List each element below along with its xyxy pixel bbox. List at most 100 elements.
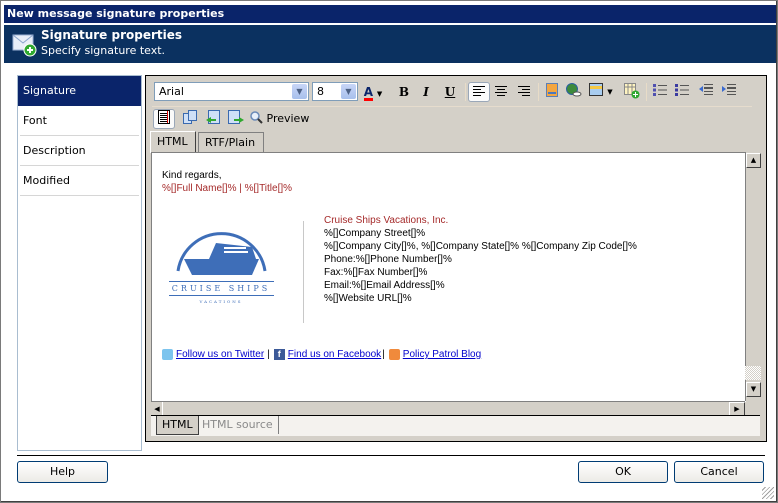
font-family-select[interactable]: Arial ▼ (154, 82, 309, 101)
address-line: Phone:%[]Phone Number[]% (324, 254, 452, 265)
signature-content-area[interactable]: Kind regards, %[]Full Name[]% | %[]Title… (151, 152, 746, 402)
dialog-window: New message signature properties Signatu… (0, 0, 778, 503)
window-title: New message signature properties (4, 5, 776, 23)
preview-label: Preview (266, 112, 310, 125)
chevron-down-icon: ▼ (292, 84, 307, 99)
decrease-indent-button[interactable] (696, 83, 716, 101)
scroll-left-button[interactable]: ◀ (152, 402, 163, 416)
export-icon (228, 110, 244, 124)
bold-button[interactable]: B (394, 83, 414, 101)
social-links: Follow us on Twitter | f Find us on Face… (162, 349, 481, 360)
horizontal-scrollbar[interactable]: ◀ ▶ (151, 401, 745, 416)
link-separator: | (267, 349, 270, 360)
align-right-icon (518, 86, 530, 96)
signature-divider (303, 221, 304, 323)
bulleted-list-button[interactable] (672, 83, 692, 101)
hyperlink-icon (566, 83, 582, 97)
scroll-right-button[interactable]: ▶ (729, 402, 745, 416)
address-line: %[]Company Street[]% (324, 228, 426, 239)
magnifier-icon (250, 111, 263, 124)
company-address-block: Cruise Ships Vacations, Inc. %[]Company … (324, 214, 637, 305)
sidebar-item-modified[interactable]: Modified (20, 166, 139, 196)
address-line: %[]Website URL[]% (324, 293, 412, 304)
export-button[interactable] (226, 110, 246, 128)
address-line: Email:%[]Email Address[]% (324, 280, 445, 291)
toolbar-separator (646, 83, 647, 101)
cancel-button[interactable]: Cancel (674, 461, 764, 483)
tab-html-source[interactable]: HTML source (197, 416, 279, 434)
dialog-header: Signature properties Specify signature t… (4, 25, 776, 63)
resize-grip[interactable] (762, 487, 774, 499)
import-icon (206, 110, 220, 124)
notes-button[interactable] (153, 109, 175, 129)
import-button[interactable] (203, 110, 223, 128)
footer-divider (17, 455, 765, 456)
vertical-scrollbar[interactable]: ▲ ▼ (745, 152, 762, 401)
italic-button[interactable]: I (416, 83, 436, 101)
envelope-add-icon (12, 31, 38, 57)
sidebar-item-description[interactable]: Description (20, 136, 139, 166)
logo-text: CRUISE SHIPS (172, 284, 270, 293)
scroll-up-button[interactable]: ▲ (746, 153, 761, 168)
facebook-icon: f (273, 349, 285, 360)
arrow-right-icon: ▶ (734, 405, 740, 413)
company-name: Cruise Ships Vacations, Inc. (324, 215, 449, 226)
font-size-select[interactable]: 8 ▼ (312, 82, 358, 101)
horizontal-rule-icon (589, 83, 604, 96)
toolbar-separator (465, 83, 466, 101)
dropdown-arrow-icon: ▼ (607, 88, 613, 96)
ok-button[interactable]: OK (578, 461, 668, 483)
formatting-toolbar: Arial ▼ 8 ▼ A ▼ B I U ▼ (146, 76, 766, 106)
insert-hyperlink-button[interactable] (564, 83, 584, 101)
insert-table-button[interactable] (622, 83, 642, 101)
font-color-icon: A (363, 85, 374, 101)
align-left-button[interactable] (468, 82, 490, 102)
font-color-button[interactable]: A ▼ (359, 83, 387, 101)
link-separator: | (382, 349, 385, 360)
copy-button[interactable] (180, 110, 200, 128)
numbered-list-icon (653, 84, 667, 96)
sidebar-item-signature[interactable]: Signature (18, 76, 141, 106)
address-line: Fax:%[]Fax Number[]% (324, 267, 428, 278)
rss-icon (388, 349, 400, 360)
preview-button[interactable]: Preview (250, 110, 316, 128)
arrow-down-icon: ▼ (750, 385, 757, 393)
header-subtitle: Specify signature text. (41, 44, 166, 57)
bulleted-list-icon (675, 84, 689, 96)
name-title-line: %[]Full Name[]% | %[]Title[]% (162, 183, 293, 194)
insert-image-button[interactable] (542, 83, 562, 101)
twitter-link[interactable]: Follow us on Twitter (176, 349, 264, 360)
sidebar: Signature Font Description Modified (17, 75, 142, 451)
secondary-toolbar: Preview (146, 108, 766, 130)
increase-indent-button[interactable] (719, 83, 739, 101)
font-family-value: Arial (159, 85, 184, 98)
view-tabs: HTML HTML source (151, 415, 760, 436)
outdent-icon (699, 84, 713, 95)
insert-horizontal-rule-button[interactable]: ▼ (587, 83, 615, 101)
numbered-list-button[interactable] (650, 83, 670, 101)
tab-html[interactable]: HTML (150, 131, 196, 153)
copy-icon (183, 110, 197, 124)
help-button[interactable]: Help (17, 461, 108, 483)
html-editor: Arial ▼ 8 ▼ A ▼ B I U ▼ Preview HTML RTF… (145, 75, 767, 442)
underline-button[interactable]: U (440, 83, 460, 101)
align-right-button[interactable] (514, 83, 534, 101)
tab-rtf-plain[interactable]: RTF/Plain (198, 132, 264, 152)
greeting-text: Kind regards, (162, 170, 222, 181)
blog-link[interactable]: Policy Patrol Blog (403, 349, 481, 360)
tab-html-view[interactable]: HTML (156, 416, 199, 435)
align-center-icon (495, 86, 507, 96)
indent-icon (722, 84, 736, 95)
facebook-link[interactable]: Find us on Facebook (288, 349, 381, 360)
chevron-down-icon: ▼ (341, 84, 356, 99)
toolbar-divider (152, 106, 752, 107)
align-center-button[interactable] (491, 83, 511, 101)
image-icon (546, 83, 558, 97)
cruise-ship-logo-icon: CRUISE SHIPS VACATIONS (169, 232, 274, 304)
sidebar-item-font[interactable]: Font (20, 106, 139, 136)
arrow-up-icon: ▲ (750, 156, 757, 164)
company-logo: CRUISE SHIPS VACATIONS (164, 229, 279, 309)
dropdown-arrow-icon: ▼ (376, 90, 383, 98)
header-title: Signature properties (41, 28, 183, 42)
scroll-down-button[interactable]: ▼ (746, 382, 761, 397)
